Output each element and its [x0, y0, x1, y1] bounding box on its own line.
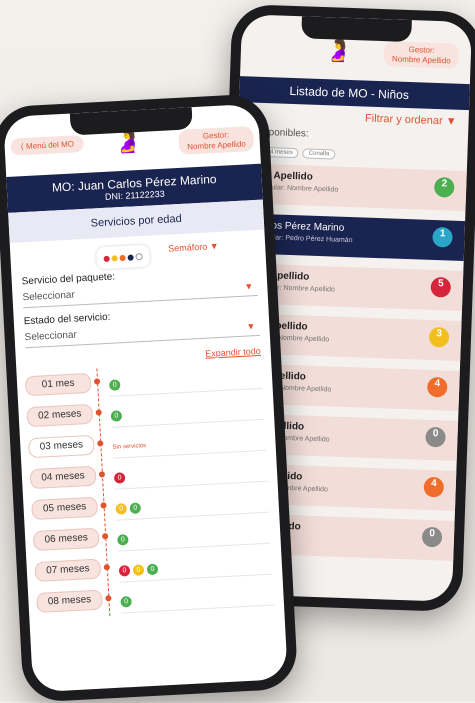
gestor-badge[interactable]: Gestor: Nombre Apellido — [383, 41, 460, 69]
service-indicators: 0 — [113, 466, 129, 484]
month-button[interactable]: 05 meses — [31, 496, 99, 521]
chevron-down-icon: ▼ — [244, 281, 254, 292]
service-status-icon[interactable]: 0 — [118, 565, 131, 577]
service-indicators: 00 — [115, 496, 144, 515]
alert-count: 4 — [434, 378, 441, 390]
alert-count: 0 — [432, 428, 439, 440]
empty-dot — [135, 252, 143, 261]
timeline-dot — [97, 440, 104, 447]
month-button[interactable]: 01 mes — [24, 372, 92, 397]
alert-count: 3 — [436, 328, 443, 340]
state-value: Seleccionar — [24, 329, 78, 344]
no-services-label: Sin servicios — [112, 443, 147, 451]
red-dot — [103, 255, 110, 262]
front-phone: ⟨ Menú del MO 🤰 Gestor: Nombre Apellido … — [0, 93, 299, 703]
service-status-icon[interactable]: 0 — [132, 564, 145, 576]
service-indicators: Sin servicios — [112, 434, 147, 451]
service-status-icon[interactable]: 0 — [110, 410, 123, 422]
month-button[interactable]: 04 meses — [29, 465, 97, 490]
yellow-dot — [111, 255, 118, 262]
chevron-down-icon: ▼ — [246, 321, 256, 332]
timeline-dot — [93, 378, 101, 385]
alert-count: 4 — [430, 478, 437, 490]
row-divider — [121, 604, 275, 614]
timeline-dot — [102, 533, 109, 540]
service-indicators: 0 — [110, 404, 125, 422]
alert-badge: 0 — [421, 526, 443, 548]
month-button[interactable]: 02 meses — [26, 403, 94, 428]
navy-dot — [127, 254, 134, 261]
service-status-icon[interactable]: 0 — [115, 503, 128, 515]
service-indicators: 0 — [117, 528, 132, 546]
month-button[interactable]: 03 meses — [27, 434, 95, 459]
menu-icon: ⟨ — [20, 142, 25, 152]
service-status-icon[interactable]: 0 — [117, 534, 129, 546]
package-value: Seleccionar — [22, 289, 76, 304]
alert-count: 1 — [439, 228, 446, 240]
timeline-dot — [105, 595, 112, 602]
gestor-badge[interactable]: Gestor: Nombre Apellido — [178, 126, 255, 156]
alert-count: 2 — [441, 178, 448, 190]
service-indicators: 000 — [118, 557, 161, 577]
timeline-dot — [103, 564, 110, 571]
menu-mo-button[interactable]: ⟨ Menú del MO — [10, 134, 85, 156]
mother-child-icon: 🤰 — [324, 37, 353, 64]
alert-count: 5 — [437, 278, 444, 290]
semaforo-button[interactable]: Semáforo ▼ — [168, 241, 219, 254]
orange-dot — [119, 254, 126, 262]
service-indicators: 0 — [120, 590, 135, 608]
semaforo-label: Semáforo — [167, 241, 208, 254]
filter-label: Filtrar y ordenar — [364, 112, 443, 128]
service-status-icon[interactable]: 0 — [129, 502, 142, 514]
timeline-dot — [98, 471, 106, 478]
notch — [301, 16, 413, 43]
age-timeline: 01 mes 0 02 meses 0 03 meses Sin servicios 04 … — [16, 359, 284, 620]
front-screen: ⟨ Menú del MO 🤰 Gestor: Nombre Apellido … — [3, 103, 288, 693]
timeline-dot — [100, 502, 107, 509]
month-button[interactable]: 07 meses — [34, 558, 102, 583]
service-indicators: 0 — [109, 373, 124, 391]
service-status-icon[interactable]: 0 — [146, 563, 159, 576]
chevron-down-icon: ▼ — [209, 240, 219, 252]
month-button[interactable]: 06 meses — [32, 527, 100, 552]
service-status-icon[interactable]: 0 — [113, 472, 126, 484]
chevron-down-icon: ▼ — [445, 115, 457, 128]
service-status-icon[interactable]: 0 — [120, 596, 132, 608]
month-button[interactable]: 08 meses — [36, 589, 104, 613]
service-status-icon[interactable]: 0 — [109, 379, 121, 391]
menu-label: Menú del MO — [25, 139, 75, 151]
alert-count: 0 — [429, 528, 436, 540]
semaforo-legend — [96, 244, 151, 270]
filter-chip[interactable]: Conalfa — [302, 148, 336, 160]
timeline-dot — [95, 409, 102, 416]
